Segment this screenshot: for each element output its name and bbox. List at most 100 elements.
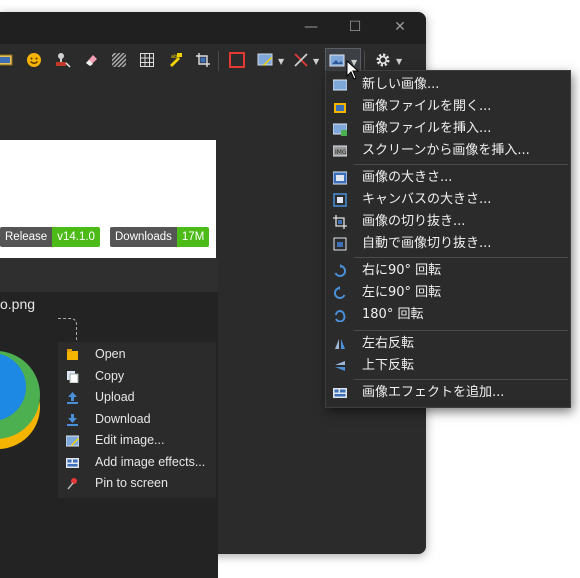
context-item-label: Edit image... — [95, 433, 165, 447]
image-size-icon — [333, 171, 347, 185]
badge-value: v14.1.0 — [52, 227, 100, 247]
upload-icon — [67, 392, 78, 404]
image-effects-icon — [66, 458, 79, 468]
context-item-image-effects[interactable]: Add image effects... — [58, 452, 216, 472]
app-logo — [0, 351, 40, 449]
context-item-label: Download — [95, 412, 151, 426]
toolbar-separator — [364, 51, 365, 71]
menu-item-insert-screen[interactable]: IMG スクリーンから画像を挿入... — [326, 140, 570, 162]
menu-item-flip-horizontal[interactable]: 左右反転 — [326, 333, 570, 355]
menu-item-insert-image[interactable]: 画像ファイルを挿入... — [326, 118, 570, 140]
menu-item-canvas-size[interactable]: キャンバスの大きさ... — [326, 189, 570, 211]
auto-crop-icon — [333, 237, 347, 251]
file-context-menu: Open Copy Upload Download Edit image... … — [58, 342, 216, 498]
menu-item-label: 左に90° 回転 — [362, 285, 442, 300]
drop-outline — [58, 318, 77, 341]
context-item-upload[interactable]: Upload — [58, 387, 216, 407]
menu-item-auto-crop[interactable]: 自動で画像切り抜き... — [326, 233, 570, 255]
image-effect-icon[interactable] — [254, 49, 276, 71]
menu-item-rotate-right[interactable]: 右に90° 回転 — [326, 260, 570, 282]
filename-label: o.png — [0, 296, 36, 312]
menu-item-label: 上下反転 — [362, 358, 415, 373]
stamp-icon[interactable] — [52, 49, 74, 71]
menu-item-add-effect[interactable]: 画像エフェクトを追加... — [326, 382, 570, 404]
crop-image-icon — [333, 215, 347, 229]
grid-icon[interactable] — [136, 49, 158, 71]
blur-icon[interactable] — [108, 49, 130, 71]
context-item-download[interactable]: Download — [58, 409, 216, 429]
context-item-label: Add image effects... — [95, 455, 206, 469]
folder-icon — [67, 349, 78, 360]
menu-item-label: 右に90° 回転 — [362, 263, 442, 278]
flip-vertical-icon — [335, 361, 345, 371]
eraser-icon[interactable] — [80, 49, 102, 71]
minimize-button[interactable]: — — [288, 12, 334, 44]
rectangle-icon[interactable] — [226, 49, 248, 71]
rotate-180-icon — [335, 310, 346, 322]
image-icon[interactable] — [0, 49, 16, 71]
crop-icon[interactable] — [192, 49, 214, 71]
menu-item-label: 画像の大きさ... — [362, 170, 453, 185]
menu-item-label: キャンバスの大きさ... — [362, 192, 492, 207]
menu-separator — [354, 164, 568, 165]
menu-item-flip-vertical[interactable]: 上下反転 — [326, 355, 570, 377]
flip-horizontal-icon — [335, 339, 345, 349]
rotate-left-icon — [333, 286, 346, 299]
context-item-label: Copy — [95, 369, 125, 383]
rotate-right-icon — [334, 264, 347, 277]
download-icon — [67, 414, 78, 426]
menu-item-open-image[interactable]: 画像ファイルを開く... — [326, 96, 570, 118]
captured-dark-strip — [0, 258, 218, 292]
menu-item-label: 自動で画像切り抜き... — [362, 236, 492, 251]
context-item-label: Upload — [95, 390, 135, 404]
context-item-copy[interactable]: Copy — [58, 366, 216, 386]
insert-screen-icon: IMG — [333, 145, 347, 157]
context-item-label: Open — [95, 347, 126, 361]
add-effect-icon — [333, 388, 347, 398]
toolbar-separator — [218, 51, 219, 71]
menu-item-label: スクリーンから画像を挿入... — [362, 143, 530, 158]
downloads-badge: Downloads 17M — [110, 227, 210, 247]
menu-item-label: 画像エフェクトを追加... — [362, 385, 505, 400]
badge-key: Release — [0, 227, 53, 247]
tools-icon[interactable] — [290, 49, 312, 71]
chevron-down-icon[interactable]: ▼ — [396, 57, 402, 66]
highlighter-icon[interactable]: abc — [164, 49, 186, 71]
canvas-size-icon — [333, 193, 347, 207]
edit-image-icon — [66, 435, 79, 447]
menu-separator — [354, 330, 568, 331]
context-item-label: Pin to screen — [95, 476, 168, 490]
menu-separator — [354, 257, 568, 258]
maximize-button[interactable]: ☐ — [332, 12, 378, 44]
menu-item-label: 左右反転 — [362, 336, 415, 351]
badge-key: Downloads — [110, 227, 177, 247]
chevron-down-icon[interactable]: ▼ — [313, 57, 319, 66]
context-item-open[interactable]: Open — [58, 344, 216, 364]
pin-icon — [67, 478, 77, 490]
context-item-pin[interactable]: Pin to screen — [58, 473, 216, 493]
insert-image-icon — [333, 123, 347, 136]
captured-page — [0, 140, 216, 269]
mouse-cursor-icon — [346, 60, 360, 80]
gear-icon[interactable] — [372, 49, 394, 71]
menu-item-label: 新しい画像... — [362, 77, 440, 92]
badge-value: 17M — [176, 227, 210, 247]
copy-icon — [67, 371, 79, 383]
context-item-edit-image[interactable]: Edit image... — [58, 430, 216, 450]
menu-item-label: 画像の切り抜き... — [362, 214, 466, 229]
chevron-down-icon[interactable]: ▼ — [278, 57, 284, 66]
menu-item-image-size[interactable]: 画像の大きさ... — [326, 167, 570, 189]
title-bar: — ☐ ✕ — [0, 12, 426, 44]
new-image-icon — [333, 79, 347, 91]
menu-item-rotate-180[interactable]: 180° 回転 — [326, 304, 570, 326]
menu-item-rotate-left[interactable]: 左に90° 回転 — [326, 282, 570, 304]
menu-separator — [354, 379, 568, 380]
smiley-icon[interactable] — [23, 49, 45, 71]
menu-item-new-image[interactable]: 新しい画像... — [326, 74, 570, 96]
menu-item-label: 画像ファイルを開く... — [362, 99, 492, 114]
release-badge: Release v14.1.0 — [0, 227, 100, 247]
close-button[interactable]: ✕ — [377, 12, 423, 44]
image-dropdown-menu: 新しい画像... 画像ファイルを開く... 画像ファイルを挿入... IMG ス… — [325, 70, 571, 408]
svg-text:IMG: IMG — [335, 149, 347, 156]
menu-item-crop-image[interactable]: 画像の切り抜き... — [326, 211, 570, 233]
